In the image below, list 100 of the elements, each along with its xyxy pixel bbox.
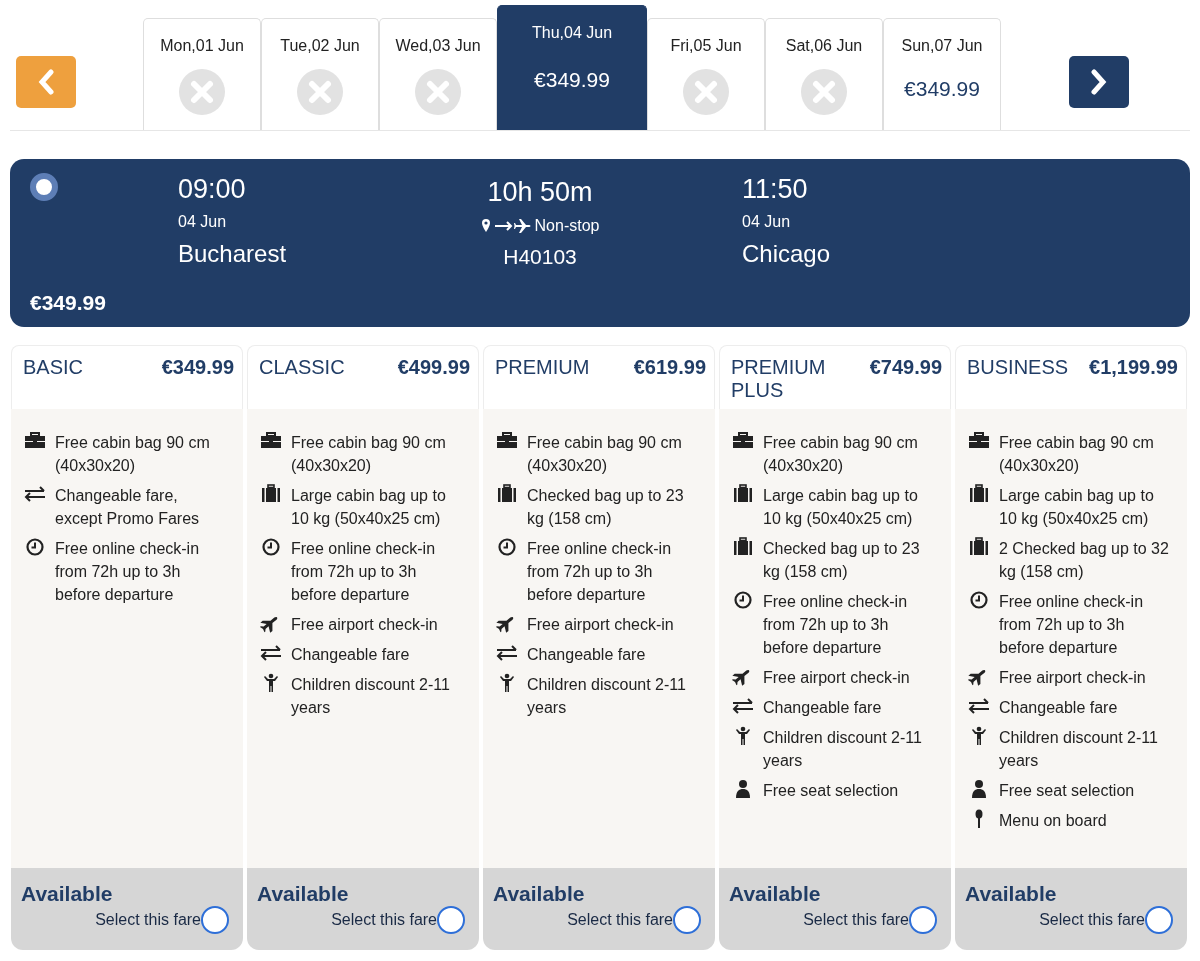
fare-name: PREMIUM PLUS (731, 356, 827, 402)
fare-radio[interactable] (1145, 906, 1173, 934)
chevron-right-icon (1090, 69, 1108, 95)
fare-name: PREMIUM (495, 356, 590, 379)
date-tab[interactable]: Fri,05 Jun (647, 18, 765, 130)
suitcase-icon (968, 537, 990, 557)
fare-feature: Large cabin bag up to 10 kg (50x40x25 cm) (763, 486, 919, 529)
departure-city: Bucharest (178, 240, 288, 268)
select-fare-label[interactable]: Select this fare (95, 911, 201, 929)
unavailable-icon (415, 69, 461, 115)
fare-name: CLASSIC (259, 356, 345, 379)
stops-label: Non-stop (534, 217, 600, 235)
select-fare-label[interactable]: Select this fare (1039, 911, 1145, 929)
flight-price: €349.99 (30, 291, 107, 315)
fare-feature: Children discount 2-11 years (527, 675, 687, 718)
date-tab[interactable]: Sat,06 Jun (765, 18, 883, 130)
briefcase-icon (260, 431, 282, 451)
swap-arrows-icon (24, 484, 46, 504)
fare-feature: Changeable fare (291, 645, 410, 665)
fare-price: €749.99 (869, 356, 942, 379)
flight-duration: 10h 50m (487, 176, 593, 209)
fare-feature: Free seat selection (763, 781, 899, 801)
select-fare-label[interactable]: Select this fare (567, 911, 673, 929)
suitcase-icon (496, 484, 518, 504)
fare-feature: Checked bag up to 23 kg (158 cm) (527, 486, 685, 529)
fare-name: BASIC (23, 356, 84, 379)
fare-feature: Changeable fare, except Promo Fares (55, 486, 201, 529)
date-tab[interactable]: Sun,07 Jun €349.99 (883, 18, 1001, 130)
flight-radio[interactable] (30, 173, 58, 201)
fare-feature: Checked bag up to 23 kg (158 cm) (763, 539, 921, 582)
chevron-left-icon (37, 69, 55, 95)
arrival-date: 04 Jun (742, 213, 792, 231)
fare-feature: Free cabin bag 90 cm (40x30x20) (999, 433, 1155, 476)
unavailable-icon (801, 69, 847, 115)
select-fare-label[interactable]: Select this fare (803, 911, 909, 929)
fare-feature: Free online check-in from 72h up to 3h before departure (527, 539, 673, 605)
briefcase-icon (496, 431, 518, 451)
availability-label: Available (493, 882, 586, 906)
fare-name: BUSINESS (967, 356, 1069, 379)
fare-feature: Free seat selection (999, 781, 1135, 801)
fare-price: €349.99 (161, 356, 234, 379)
briefcase-icon (968, 431, 990, 451)
fare-feature: Free airport check-in (291, 615, 438, 635)
clock-icon (260, 537, 282, 557)
availability-label: Available (729, 882, 822, 906)
next-button[interactable] (1069, 56, 1129, 108)
arrival-city: Chicago (742, 240, 831, 268)
fare-feature: Free airport check-in (527, 615, 674, 635)
fare-price: €1,199.99 (1089, 356, 1178, 379)
swap-arrows-icon (732, 696, 754, 716)
fare-radio[interactable] (437, 906, 465, 934)
suitcase-icon (732, 484, 754, 504)
fare-feature: Children discount 2-11 years (763, 728, 923, 771)
availability-label: Available (257, 882, 350, 906)
fare-feature: Menu on board (999, 811, 1107, 831)
flight-card[interactable]: €349.99 09:00 04 Jun Bucharest 10h 50m Non-stop H40103 11:50 04 Jun Chicago (10, 159, 1190, 327)
swap-arrows-icon (968, 696, 990, 716)
fare-feature: Free online check-in from 72h up to 3h before departure (291, 539, 437, 605)
unavailable-icon (297, 69, 343, 115)
fare-radio[interactable] (909, 906, 937, 934)
fare-feature: Changeable fare (527, 645, 646, 665)
fare-feature: Changeable fare (999, 698, 1118, 718)
fare-radio[interactable] (201, 906, 229, 934)
arrival-time: 11:50 (742, 173, 809, 205)
fare-feature: Changeable fare (763, 698, 882, 718)
fare-price: €619.99 (633, 356, 706, 379)
clock-icon (496, 537, 518, 557)
date-tab[interactable]: Mon,01 Jun (143, 18, 261, 130)
clock-icon (968, 590, 990, 610)
date-tab[interactable]: Wed,03 Jun (379, 18, 497, 130)
select-fare-label[interactable]: Select this fare (331, 911, 437, 929)
date-tab[interactable]: Tue,02 Jun (261, 18, 379, 130)
fare-feature: 2 Checked bag up to 32 kg (158 cm) (999, 539, 1170, 582)
fare-feature: Free airport check-in (763, 668, 910, 688)
fare-feature: Free online check-in from 72h up to 3h before departure (763, 592, 909, 658)
fare-feature: Free cabin bag 90 cm (40x30x20) (55, 433, 211, 476)
briefcase-icon (732, 431, 754, 451)
route-icon (480, 218, 531, 234)
fare-feature: Free cabin bag 90 cm (40x30x20) (291, 433, 447, 476)
availability-label: Available (965, 882, 1058, 906)
suitcase-icon (260, 484, 282, 504)
suitcase-icon (968, 484, 990, 504)
flight-number: H40103 (503, 245, 577, 269)
suitcase-icon (732, 537, 754, 557)
fare-feature: Free cabin bag 90 cm (40x30x20) (763, 433, 919, 476)
swap-arrows-icon (260, 643, 282, 663)
fare-feature: Free online check-in from 72h up to 3h before departure (55, 539, 201, 605)
fare-feature: Children discount 2-11 years (291, 675, 451, 718)
fare-feature: Large cabin bag up to 10 kg (50x40x25 cm) (999, 486, 1155, 529)
fare-radio[interactable] (673, 906, 701, 934)
fare-feature: Large cabin bag up to 10 kg (50x40x25 cm) (291, 486, 447, 529)
date-tab[interactable]: Thu,04 Jun €349.99 (497, 5, 647, 130)
fare-price: €499.99 (397, 356, 470, 379)
availability-label: Available (21, 882, 114, 906)
clock-icon (732, 590, 754, 610)
unavailable-icon (179, 69, 225, 115)
fare-feature: Free airport check-in (999, 668, 1146, 688)
fare-feature: Free cabin bag 90 cm (40x30x20) (527, 433, 683, 476)
unavailable-icon (683, 69, 729, 115)
departure-date: 04 Jun (178, 213, 228, 231)
